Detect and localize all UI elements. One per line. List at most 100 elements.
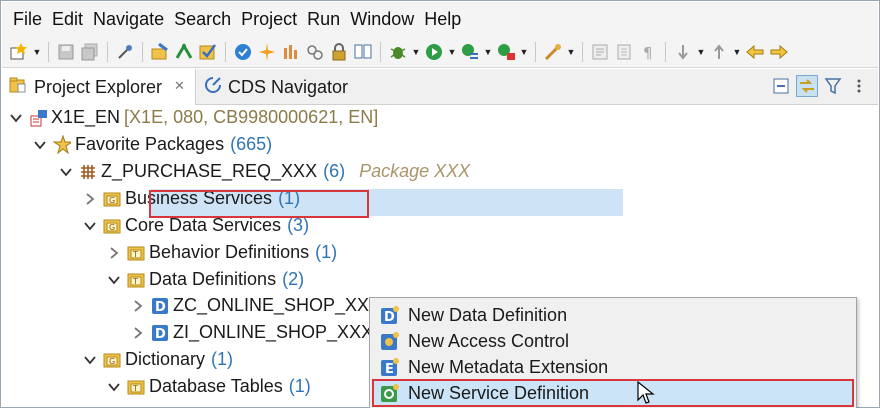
tree-item-favorite-packages[interactable]: Favorite Packages (665) xyxy=(33,131,272,158)
menu-help[interactable]: Help xyxy=(419,2,466,36)
database-tables-label: Database Tables xyxy=(149,376,283,396)
transport-icon[interactable] xyxy=(304,41,326,63)
chevron-down-icon[interactable] xyxy=(9,111,23,125)
new-abap-class-icon[interactable] xyxy=(280,41,302,63)
mouse-pointer-icon xyxy=(637,381,655,404)
tab-project-explorer[interactable]: Project Explorer ✕ xyxy=(2,69,196,105)
tree-item-zc-online-shop[interactable]: D ZC_ONLINE_SHOP_XXX xyxy=(131,292,381,319)
tab-cds-navigator[interactable]: CDS Navigator xyxy=(200,69,348,105)
tree-item-dictionary[interactable]: G Dictionary (1) xyxy=(83,346,233,373)
show-whitespace-icon[interactable]: ¶ xyxy=(637,41,659,63)
chevron-right-icon[interactable] xyxy=(107,246,121,260)
profile-dropdown-icon[interactable]: ▼ xyxy=(519,41,529,63)
toggle-mark-icon[interactable] xyxy=(589,41,611,63)
tree-item-package[interactable]: Z_PURCHASE_REQ_XXX (6) Package XXX xyxy=(59,158,470,185)
profile-icon[interactable] xyxy=(495,41,517,63)
menu-item-new-data-definition[interactable]: D New Data Definition xyxy=(372,302,852,328)
run-icon[interactable] xyxy=(173,41,195,63)
chevron-down-icon[interactable] xyxy=(107,273,121,287)
collapse-all-icon[interactable] xyxy=(770,75,792,97)
close-icon[interactable]: ✕ xyxy=(174,78,185,94)
chevron-down-icon[interactable] xyxy=(33,138,47,152)
svg-text:G: G xyxy=(109,196,115,205)
link-with-editor-icon[interactable] xyxy=(796,75,818,97)
data-definitions-label: Data Definitions xyxy=(149,269,277,289)
new-wizard-icon[interactable] xyxy=(8,41,30,63)
lock-icon[interactable] xyxy=(328,41,350,63)
dictionary-label: Dictionary xyxy=(125,349,206,369)
chevron-down-icon[interactable] xyxy=(107,380,121,394)
folder-g-icon: G xyxy=(103,190,121,208)
tree-item-zi-online-shop[interactable]: D ZI_ONLINE_SHOP_XXX xyxy=(131,319,373,346)
menu-project[interactable]: Project xyxy=(236,2,302,36)
tab-project-explorer-label: Project Explorer xyxy=(34,76,163,97)
favorite-star-icon xyxy=(53,134,71,154)
system-name: X1E_EN xyxy=(51,107,121,127)
new-access-control-label: New Access Control xyxy=(408,330,570,351)
chevron-right-icon[interactable] xyxy=(131,326,145,340)
chevron-down-icon[interactable] xyxy=(83,219,97,233)
folder-t-icon: T xyxy=(127,244,145,262)
folder-t-icon: T xyxy=(127,378,145,396)
coverage-dropdown-icon[interactable]: ▼ xyxy=(483,41,493,63)
menu-item-new-metadata-extension[interactable]: E New Metadata Extension xyxy=(372,354,852,380)
package-description: Package XXX xyxy=(359,161,471,181)
new-data-definition-icon: D xyxy=(380,305,400,325)
external-tools-icon[interactable] xyxy=(542,41,564,63)
folder-g-icon: G xyxy=(103,217,121,235)
back-icon[interactable] xyxy=(744,41,766,63)
chevron-down-icon[interactable] xyxy=(83,353,97,367)
new-metadata-extension-icon: E xyxy=(380,357,400,377)
run-dropdown-icon[interactable]: ▼ xyxy=(447,41,457,63)
core-data-services-label: Core Data Services xyxy=(125,215,282,235)
chevron-right-icon[interactable] xyxy=(131,299,145,313)
run-green-icon[interactable] xyxy=(423,41,445,63)
menu-window[interactable]: Window xyxy=(345,2,419,36)
tree-item-system[interactable]: X1E_EN [X1E, 080, CB9980000621, EN] xyxy=(9,104,378,131)
abap-object-icon[interactable] xyxy=(114,41,136,63)
toolbar-separator xyxy=(665,41,666,62)
menu-file[interactable]: File xyxy=(8,2,47,36)
next-annotation-dropdown-icon[interactable]: ▼ xyxy=(696,41,706,63)
menu-search[interactable]: Search xyxy=(169,2,236,36)
zc-online-shop-label: ZC_ONLINE_SHOP_XXX xyxy=(173,295,382,315)
tree-item-data-definitions[interactable]: T Data Definitions (2) xyxy=(107,266,304,293)
new-dropdown-icon[interactable]: ▼ xyxy=(32,41,42,63)
debug-icon[interactable] xyxy=(387,41,409,63)
filter-icon[interactable] xyxy=(822,75,844,97)
menu-item-new-access-control[interactable]: New Access Control xyxy=(372,328,852,354)
activate-icon[interactable] xyxy=(232,41,254,63)
dictionary-count: (1) xyxy=(211,349,234,369)
prev-annotation-icon[interactable] xyxy=(708,41,730,63)
toolbar-separator xyxy=(142,41,143,62)
toolbar-separator xyxy=(225,41,226,62)
open-package-icon[interactable] xyxy=(149,41,171,63)
menu-navigate[interactable]: Navigate xyxy=(88,2,169,36)
check-icon[interactable] xyxy=(197,41,219,63)
svg-text:D: D xyxy=(384,310,395,325)
coverage-icon[interactable] xyxy=(459,41,481,63)
menu-edit[interactable]: Edit xyxy=(47,2,88,36)
debug-dropdown-icon[interactable]: ▼ xyxy=(411,41,421,63)
svg-text:G: G xyxy=(109,357,115,366)
forward-icon[interactable] xyxy=(768,41,790,63)
compare-icon[interactable] xyxy=(352,41,374,63)
prev-annotation-dropdown-icon[interactable]: ▼ xyxy=(732,41,742,63)
chevron-down-icon[interactable] xyxy=(59,165,73,179)
svg-text:T: T xyxy=(132,250,138,259)
external-tools-dropdown-icon[interactable]: ▼ xyxy=(566,41,576,63)
view-menu-icon[interactable] xyxy=(848,75,870,97)
tree-item-database-tables[interactable]: T Database Tables (1) xyxy=(107,373,311,400)
activate-all-icon[interactable] xyxy=(256,41,278,63)
save-icon[interactable] xyxy=(55,41,77,63)
block-selection-icon[interactable] xyxy=(613,41,635,63)
svg-text:T: T xyxy=(132,384,138,393)
highlight-box-new-service-definition xyxy=(372,379,854,407)
behavior-definitions-label: Behavior Definitions xyxy=(149,242,310,262)
next-annotation-icon[interactable] xyxy=(672,41,694,63)
chevron-right-icon[interactable] xyxy=(83,192,97,206)
tree-item-behavior-definitions[interactable]: T Behavior Definitions (1) xyxy=(107,239,337,266)
folder-g-icon: G xyxy=(103,351,121,369)
save-all-icon[interactable] xyxy=(79,41,101,63)
menu-run[interactable]: Run xyxy=(302,2,345,36)
